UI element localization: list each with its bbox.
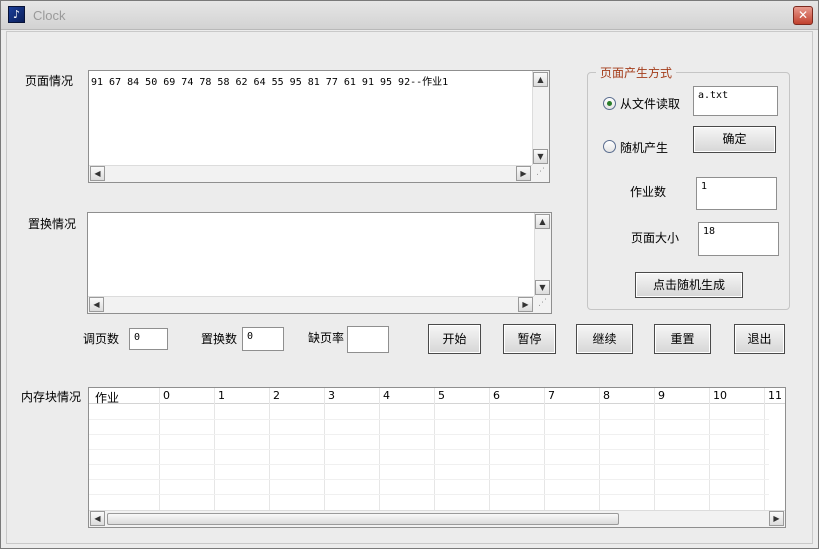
- column-header-9[interactable]: 9: [658, 389, 665, 402]
- page-fetch-input[interactable]: 0: [129, 328, 168, 350]
- page-mode-group-title: 页面产生方式: [596, 64, 677, 81]
- resize-grip-icon: ⋰: [532, 165, 549, 182]
- replace-info-hscroll[interactable]: ◀ ▶: [88, 296, 534, 313]
- random-generate-button[interactable]: 点击随机生成: [635, 272, 743, 298]
- scroll-right-icon[interactable]: ▶: [769, 511, 784, 526]
- confirm-button[interactable]: 确定: [693, 126, 776, 153]
- memory-grid-header: 作业 0 1 2 3 4 5 6 7 8 9 10 11: [89, 388, 785, 406]
- grid-row-line: [89, 419, 769, 420]
- fault-rate-input[interactable]: [347, 326, 389, 353]
- replace-count-input[interactable]: 0: [242, 327, 284, 351]
- close-button[interactable]: ✕: [793, 6, 813, 25]
- resume-button[interactable]: 继续: [576, 324, 633, 354]
- column-header-6[interactable]: 6: [493, 389, 500, 402]
- grid-row-line: [89, 464, 769, 465]
- exit-button[interactable]: 退出: [734, 324, 785, 354]
- from-file-label[interactable]: 从文件读取: [620, 95, 680, 112]
- page-info-hscroll[interactable]: ◀ ▶: [89, 165, 532, 182]
- page-info-content: 91 67 84 50 69 74 78 58 62 64 55 95 81 7…: [91, 77, 449, 88]
- replace-info-textarea[interactable]: ▲ ▼ ◀ ▶ ⋰: [87, 212, 552, 314]
- grid-row-line: [89, 494, 769, 495]
- column-header-0[interactable]: 0: [163, 389, 170, 402]
- app-icon: ♪: [8, 6, 25, 23]
- memory-grid[interactable]: 作业 0 1 2 3 4 5 6 7 8 9 10 11 ◀ ▶: [88, 387, 786, 528]
- column-header-2[interactable]: 2: [273, 389, 280, 402]
- grid-row-line: [89, 449, 769, 450]
- replace-info-label: 置换情况: [28, 217, 77, 231]
- page-mode-group: 页面产生方式 从文件读取 a.txt 随机产生 确定 作业数 1 页面大小 18…: [587, 64, 790, 310]
- page-fetch-label: 调页数: [83, 332, 120, 346]
- grid-row-line: [89, 434, 769, 435]
- title-bar[interactable]: ♪ Clock ✕: [1, 1, 818, 30]
- scroll-thumb[interactable]: [107, 513, 619, 525]
- replace-count-label: 置换数: [201, 332, 238, 346]
- page-info-label: 页面情况: [25, 74, 74, 88]
- replace-info-vscroll[interactable]: ▲ ▼: [534, 213, 551, 296]
- resize-grip-icon: ⋰: [534, 296, 551, 313]
- column-header-7[interactable]: 7: [548, 389, 555, 402]
- memory-label: 内存块情况: [21, 390, 82, 404]
- page-size-input[interactable]: 18: [698, 222, 779, 256]
- random-radio[interactable]: [603, 140, 616, 153]
- column-header-10[interactable]: 10: [713, 389, 727, 402]
- memory-grid-hscroll[interactable]: ◀ ▶: [89, 510, 785, 527]
- fault-rate-label: 缺页率: [308, 331, 345, 345]
- app-window: ♪ Clock ✕ 页面情况 91 67 84 50 69 74 78 58 6…: [0, 0, 819, 549]
- scroll-down-icon[interactable]: ▼: [535, 280, 550, 295]
- random-label[interactable]: 随机产生: [620, 139, 668, 156]
- job-count-label: 作业数: [630, 185, 667, 199]
- column-header-8[interactable]: 8: [603, 389, 610, 402]
- file-name-input[interactable]: a.txt: [693, 86, 778, 116]
- grid-row-line: [89, 479, 769, 480]
- scroll-left-icon[interactable]: ◀: [90, 511, 105, 526]
- client-area: 页面情况 91 67 84 50 69 74 78 58 62 64 55 95…: [6, 31, 813, 544]
- scroll-up-icon[interactable]: ▲: [535, 214, 550, 229]
- job-count-input[interactable]: 1: [696, 177, 777, 210]
- scroll-up-icon[interactable]: ▲: [533, 72, 548, 87]
- column-header-3[interactable]: 3: [328, 389, 335, 402]
- scroll-down-icon[interactable]: ▼: [533, 149, 548, 164]
- page-size-label: 页面大小: [631, 231, 680, 245]
- column-header-11[interactable]: 11: [768, 389, 782, 402]
- scroll-right-icon[interactable]: ▶: [518, 297, 533, 312]
- column-header-4[interactable]: 4: [383, 389, 390, 402]
- scroll-left-icon[interactable]: ◀: [89, 297, 104, 312]
- column-header-1[interactable]: 1: [218, 389, 225, 402]
- scroll-right-icon[interactable]: ▶: [516, 166, 531, 181]
- reset-button[interactable]: 重置: [654, 324, 711, 354]
- from-file-radio[interactable]: [603, 97, 616, 110]
- page-info-textarea[interactable]: 91 67 84 50 69 74 78 58 62 64 55 95 81 7…: [88, 70, 550, 183]
- pause-button[interactable]: 暂停: [503, 324, 556, 354]
- page-info-vscroll[interactable]: ▲ ▼: [532, 71, 549, 165]
- window-title: Clock: [33, 8, 66, 23]
- start-button[interactable]: 开始: [428, 324, 481, 354]
- column-header-job[interactable]: 作业: [95, 389, 119, 406]
- scroll-left-icon[interactable]: ◀: [90, 166, 105, 181]
- column-header-5[interactable]: 5: [438, 389, 445, 402]
